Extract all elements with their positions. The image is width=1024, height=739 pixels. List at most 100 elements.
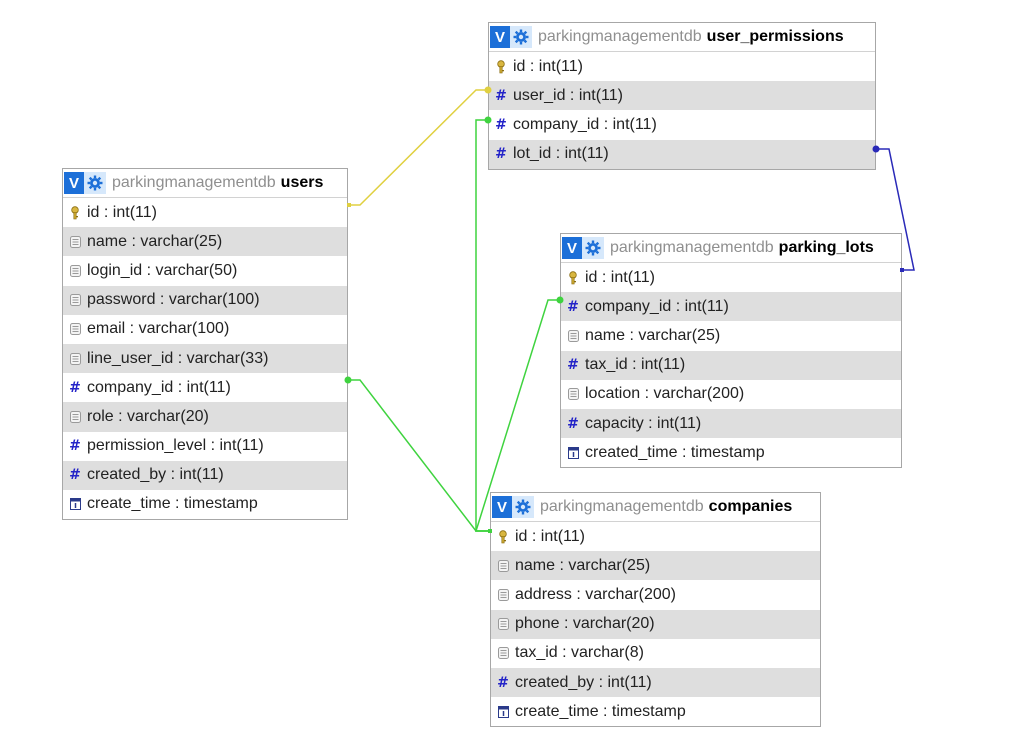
column-row[interactable]: # company_id : int(11) (63, 373, 347, 402)
column-label: id : int(11) (515, 527, 585, 545)
text-column-icon (69, 235, 81, 249)
table-companies[interactable]: V parkingmanagementdb companies id : int… (490, 492, 821, 728)
column-label: id : int(11) (87, 203, 157, 221)
column-row[interactable]: id : int(11) (63, 198, 347, 227)
column-list: id : int(11) # company_id : int(11) name : … (561, 263, 901, 467)
column-row[interactable]: email : varchar(100) (63, 315, 347, 344)
column-label: created_by : int(11) (87, 466, 224, 484)
column-list: id : int(11) name : varchar(25) address : … (491, 522, 820, 726)
column-label: phone : varchar(20) (515, 615, 655, 633)
table-header[interactable]: V parkingmanagementdb users (63, 169, 347, 198)
column-row[interactable]: address : varchar(200) (491, 580, 820, 609)
view-table-button[interactable]: V (492, 496, 512, 518)
column-label: company_id : int(11) (585, 297, 729, 315)
column-list: id : int(11) # user_id : int(11) # company_i… (489, 52, 875, 169)
column-label: created_by : int(11) (515, 673, 652, 691)
table-header[interactable]: V parkingmanagementdb user_permissions (489, 23, 875, 52)
relation-line (349, 89, 488, 206)
numeric-column-icon: # (567, 415, 579, 432)
column-label: address : varchar(200) (515, 585, 676, 603)
database-name: parkingmanagementdb (538, 28, 702, 45)
table-header[interactable]: V parkingmanagementdb parking_lots (561, 234, 901, 263)
numeric-column-icon: # (567, 298, 579, 315)
database-name: parkingmanagementdb (112, 174, 276, 191)
column-row[interactable]: id : int(11) (561, 263, 901, 292)
column-label: lot_id : int(11) (513, 145, 609, 163)
table-options-button[interactable] (512, 496, 534, 518)
numeric-column-icon: # (497, 674, 509, 691)
column-row[interactable]: # created_by : int(11) (63, 460, 347, 490)
column-row[interactable]: # permission_level : int(11) (63, 432, 347, 461)
database-name: parkingmanagementdb (540, 498, 704, 515)
column-label: line_user_id : varchar(33) (87, 349, 269, 367)
table-options-button[interactable] (510, 26, 532, 48)
table-parking-lots[interactable]: V parkingmanagementdb parking_lots id : … (560, 233, 902, 469)
column-row[interactable]: # capacity : int(11) (561, 408, 901, 439)
column-row[interactable]: name : varchar(25) (491, 551, 820, 581)
key-icon (69, 205, 81, 220)
column-row[interactable]: name : varchar(25) (561, 321, 901, 350)
numeric-column-icon: # (69, 467, 81, 484)
text-column-icon (69, 322, 81, 336)
column-row[interactable]: # lot_id : int(11) (489, 139, 875, 169)
gear-icon (585, 240, 601, 256)
table-name: users (280, 174, 324, 191)
column-row[interactable]: # created_by : int(11) (491, 667, 820, 698)
key-icon (497, 529, 509, 544)
column-row[interactable]: id : int(11) (491, 522, 820, 551)
column-label: company_id : int(11) (513, 115, 657, 133)
text-column-icon (69, 352, 81, 366)
column-row[interactable]: line_user_id : varchar(33) (63, 343, 347, 374)
column-row[interactable]: login_id : varchar(50) (63, 256, 347, 285)
text-column-icon (567, 329, 579, 343)
table-users[interactable]: V parkingmanagementdb users id : int(11)… (62, 168, 348, 521)
relation-line (475, 119, 490, 532)
relation-line (348, 379, 490, 532)
view-table-button[interactable]: V (64, 172, 84, 194)
table-name: user_permissions (706, 28, 844, 45)
column-row[interactable]: location : varchar(200) (561, 380, 901, 409)
column-label: login_id : varchar(50) (87, 261, 238, 279)
column-row[interactable]: phone : varchar(20) (491, 609, 820, 639)
column-label: name : varchar(25) (87, 232, 223, 250)
numeric-column-icon: # (495, 146, 507, 163)
table-user-permissions[interactable]: V parkingmanagementdb user_permissions i… (488, 22, 876, 170)
column-label: name : varchar(25) (585, 326, 721, 344)
column-label: create_time : timestamp (87, 495, 258, 513)
timestamp-column-icon (497, 705, 509, 719)
database-name: parkingmanagementdb (610, 239, 774, 256)
numeric-column-icon: # (69, 438, 81, 455)
text-column-icon (69, 293, 81, 307)
column-row[interactable]: # company_id : int(11) (489, 110, 875, 139)
column-row[interactable]: password : varchar(100) (63, 285, 347, 315)
table-options-button[interactable] (84, 172, 106, 194)
text-column-icon (69, 410, 81, 424)
column-row[interactable]: # company_id : int(11) (561, 292, 901, 322)
timestamp-column-icon (567, 446, 579, 460)
gear-icon (87, 175, 103, 191)
numeric-column-icon: # (69, 379, 81, 396)
column-label: id : int(11) (585, 268, 655, 286)
column-row[interactable]: role : varchar(20) (63, 402, 347, 432)
column-label: create_time : timestamp (515, 702, 686, 720)
view-table-button[interactable]: V (490, 26, 510, 48)
column-label: user_id : int(11) (513, 86, 623, 104)
column-row[interactable]: create_time : timestamp (491, 697, 820, 726)
table-options-button[interactable] (582, 237, 604, 259)
table-name: companies (708, 498, 793, 515)
text-column-icon (497, 646, 509, 660)
key-icon (567, 270, 579, 285)
view-table-button[interactable]: V (562, 237, 582, 259)
gear-icon (515, 499, 531, 515)
column-row[interactable]: tax_id : varchar(8) (491, 639, 820, 668)
column-label: role : varchar(20) (87, 407, 209, 425)
text-column-icon (497, 588, 509, 602)
column-row[interactable]: # user_id : int(11) (489, 81, 875, 111)
column-row[interactable]: create_time : timestamp (63, 490, 347, 519)
column-row[interactable]: # tax_id : int(11) (561, 350, 901, 380)
table-header[interactable]: V parkingmanagementdb companies (491, 493, 820, 522)
column-row[interactable]: id : int(11) (489, 52, 875, 81)
column-row[interactable]: created_time : timestamp (561, 438, 901, 467)
column-row[interactable]: name : varchar(25) (63, 227, 347, 257)
timestamp-column-icon (69, 497, 81, 511)
